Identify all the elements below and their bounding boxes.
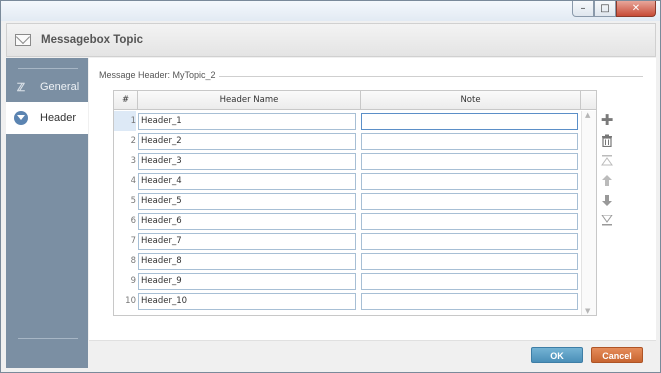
envelope-icon bbox=[15, 34, 31, 46]
header-name-cell[interactable]: Header_6 bbox=[138, 213, 356, 230]
table-row[interactable]: 2 Header_2 bbox=[114, 131, 580, 151]
row-number: 1 bbox=[114, 111, 136, 131]
header-name-cell[interactable]: Header_4 bbox=[138, 173, 356, 190]
table-row[interactable]: 6 Header_6 bbox=[114, 211, 580, 231]
row-number: 5 bbox=[130, 196, 136, 206]
delete-icon[interactable] bbox=[599, 132, 615, 148]
column-header-number[interactable]: # bbox=[114, 91, 138, 110]
dialog-header: Messagebox Topic bbox=[6, 23, 656, 57]
group-divider bbox=[219, 76, 643, 77]
table-row[interactable]: 10 Header_10 bbox=[114, 291, 580, 311]
row-number: 9 bbox=[130, 276, 136, 286]
ok-button[interactable]: OK bbox=[531, 347, 583, 363]
column-header-note[interactable]: Note bbox=[361, 91, 581, 110]
header-name-cell[interactable]: Header_2 bbox=[138, 133, 356, 150]
move-top-icon[interactable] bbox=[599, 152, 615, 168]
dialog-title: Messagebox Topic bbox=[41, 34, 144, 46]
sidebar-item-label: General bbox=[40, 81, 80, 93]
sidebar-item-header[interactable]: Header bbox=[6, 102, 88, 134]
column-header-spacer bbox=[581, 91, 596, 110]
row-number: 10 bbox=[125, 296, 136, 306]
dialog-window: – □ ✕ Messagebox Topic ℤ General Header … bbox=[0, 0, 661, 373]
sidebar-divider bbox=[18, 68, 78, 69]
note-cell[interactable] bbox=[361, 173, 578, 190]
grid-header: # Header Name Note bbox=[114, 91, 596, 110]
note-cell[interactable] bbox=[361, 153, 578, 170]
move-bottom-icon[interactable] bbox=[599, 212, 615, 228]
row-number: 8 bbox=[130, 256, 136, 266]
table-row[interactable]: 4 Header_4 bbox=[114, 171, 580, 191]
table-row[interactable]: 5 Header_5 bbox=[114, 191, 580, 211]
header-name-cell[interactable]: Header_3 bbox=[138, 153, 356, 170]
row-number: 6 bbox=[130, 216, 136, 226]
add-icon[interactable]: ✚ bbox=[599, 111, 615, 129]
move-down-icon[interactable] bbox=[599, 192, 615, 208]
note-cell[interactable] bbox=[361, 293, 578, 310]
header-name-cell[interactable]: Header_9 bbox=[138, 273, 356, 290]
close-icon: ✕ bbox=[631, 3, 641, 14]
move-up-icon[interactable] bbox=[599, 172, 615, 188]
minimize-button[interactable]: – bbox=[572, 1, 594, 17]
note-cell[interactable] bbox=[361, 133, 578, 150]
note-cell[interactable] bbox=[361, 213, 578, 230]
sidebar-divider bbox=[18, 338, 78, 339]
sidebar-item-general[interactable]: ℤ General bbox=[6, 72, 88, 102]
sidebar: ℤ General Header bbox=[6, 58, 88, 368]
scroll-down-icon[interactable]: ▼ bbox=[585, 307, 590, 315]
close-button[interactable]: ✕ bbox=[616, 1, 656, 17]
header-name-cell[interactable]: Header_7 bbox=[138, 233, 356, 250]
row-number: 3 bbox=[130, 156, 136, 166]
maximize-button[interactable]: □ bbox=[594, 1, 616, 17]
minimize-icon: – bbox=[580, 3, 586, 14]
table-row[interactable]: 7 Header_7 bbox=[114, 231, 580, 251]
header-name-cell[interactable]: Header_8 bbox=[138, 253, 356, 270]
content-panel: Message Header: MyTopic_2 # Header Name … bbox=[89, 58, 656, 340]
scroll-up-icon[interactable]: ▲ bbox=[585, 111, 590, 119]
note-cell[interactable] bbox=[361, 273, 578, 290]
vertical-scrollbar[interactable]: ▲ ▼ bbox=[581, 111, 596, 315]
row-number: 2 bbox=[130, 136, 136, 146]
window-controls: – □ ✕ bbox=[572, 1, 656, 17]
column-header-name[interactable]: Header Name bbox=[138, 91, 361, 110]
note-cell[interactable] bbox=[361, 233, 578, 250]
note-cell[interactable] bbox=[361, 193, 578, 210]
row-number: 7 bbox=[130, 236, 136, 246]
general-icon: ℤ bbox=[16, 81, 26, 94]
title-bar: – □ ✕ bbox=[1, 1, 660, 21]
header-name-cell[interactable]: Header_5 bbox=[138, 193, 356, 210]
maximize-icon: □ bbox=[600, 3, 610, 14]
dialog-footer: OK Cancel bbox=[89, 340, 656, 368]
header-icon bbox=[14, 111, 28, 125]
note-cell[interactable] bbox=[361, 253, 578, 270]
cancel-button[interactable]: Cancel bbox=[591, 347, 643, 363]
group-label: Message Header: MyTopic_2 bbox=[99, 70, 216, 80]
header-name-cell[interactable]: Header_1 bbox=[138, 113, 356, 130]
table-row[interactable]: 3 Header_3 bbox=[114, 151, 580, 171]
header-name-cell[interactable]: Header_10 bbox=[138, 293, 356, 310]
sidebar-item-label: Header bbox=[40, 112, 77, 124]
table-row[interactable]: 1 Header_1 bbox=[114, 111, 580, 131]
note-cell[interactable] bbox=[361, 113, 578, 130]
table-row[interactable]: 9 Header_9 bbox=[114, 271, 580, 291]
row-number: 4 bbox=[130, 176, 136, 186]
header-grid: # Header Name Note 1 Header_1 2 Header_2… bbox=[113, 90, 597, 316]
table-row[interactable]: 8 Header_8 bbox=[114, 251, 580, 271]
